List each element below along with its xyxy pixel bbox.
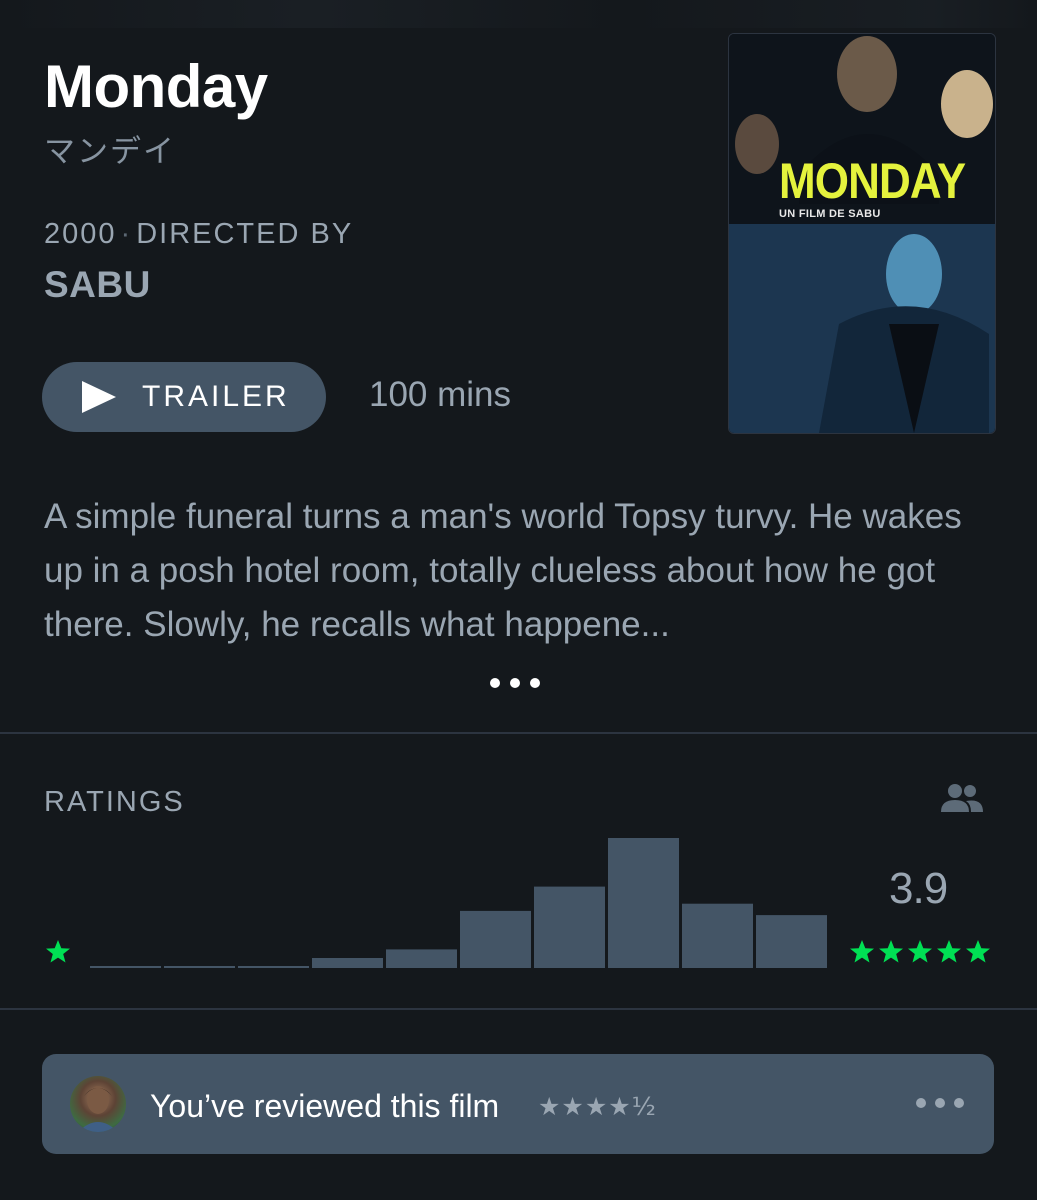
dot <box>916 1098 926 1108</box>
synopsis[interactable]: A simple funeral turns a man's world Top… <box>44 490 1004 652</box>
histogram-bar-1[interactable] <box>164 966 235 968</box>
film-poster[interactable]: MONDAY UN FILM DE SABU <box>728 33 996 434</box>
release-year[interactable]: 2000 <box>44 218 117 250</box>
poster-title: MONDAY <box>779 153 966 209</box>
film-title: Monday <box>44 53 268 120</box>
histogram-bar-0.5[interactable] <box>90 966 161 968</box>
ratings-histogram[interactable] <box>90 836 830 968</box>
review-status: You’ve reviewed this film <box>150 1088 500 1124</box>
avatar-image <box>78 1086 118 1132</box>
top-fade <box>0 0 1037 28</box>
meta-separator: · <box>120 218 133 250</box>
your-review-card[interactable]: You’ve reviewed this film ★★★★½ <box>42 1054 994 1154</box>
poster-artwork <box>729 34 995 433</box>
dot <box>490 678 500 688</box>
ratings-heading: RATINGS <box>44 786 185 818</box>
histogram-bar-3[interactable] <box>460 910 531 968</box>
trailer-label: TRAILER <box>142 380 290 413</box>
histogram-bar-3.5[interactable] <box>534 886 605 968</box>
divider <box>0 1008 1037 1010</box>
runtime: 100 mins <box>369 375 512 414</box>
avatar[interactable] <box>70 1076 126 1132</box>
divider <box>0 732 1037 734</box>
original-title: マンデイ <box>44 134 176 170</box>
expand-synopsis-button[interactable] <box>490 678 540 688</box>
dot <box>510 678 520 688</box>
histogram-bar-2.5[interactable] <box>386 949 457 968</box>
histogram-bar-1.5[interactable] <box>238 966 309 968</box>
director-name[interactable]: SABU <box>44 264 151 306</box>
average-rating[interactable]: 3.9 <box>889 864 948 914</box>
dot <box>935 1098 945 1108</box>
histogram-bar-5[interactable] <box>756 915 827 968</box>
poster-credit: UN FILM DE SABU <box>779 208 881 220</box>
play-icon <box>82 381 116 413</box>
directed-by-label: DIRECTED BY <box>136 218 354 250</box>
dot <box>954 1098 964 1108</box>
people-icon[interactable] <box>940 782 984 816</box>
histogram-bar-2[interactable] <box>312 958 383 968</box>
film-meta: 2000 · DIRECTED BY <box>44 218 353 251</box>
histogram-bar-4.5[interactable] <box>682 903 753 968</box>
star-icon <box>46 940 70 963</box>
more-icon[interactable] <box>916 1098 964 1108</box>
dot <box>530 678 540 688</box>
review-stars: ★★★★½ <box>538 1092 657 1121</box>
histogram-bar-4[interactable] <box>608 838 679 968</box>
five-stars-icon <box>850 940 990 963</box>
trailer-button[interactable]: TRAILER <box>42 362 326 432</box>
